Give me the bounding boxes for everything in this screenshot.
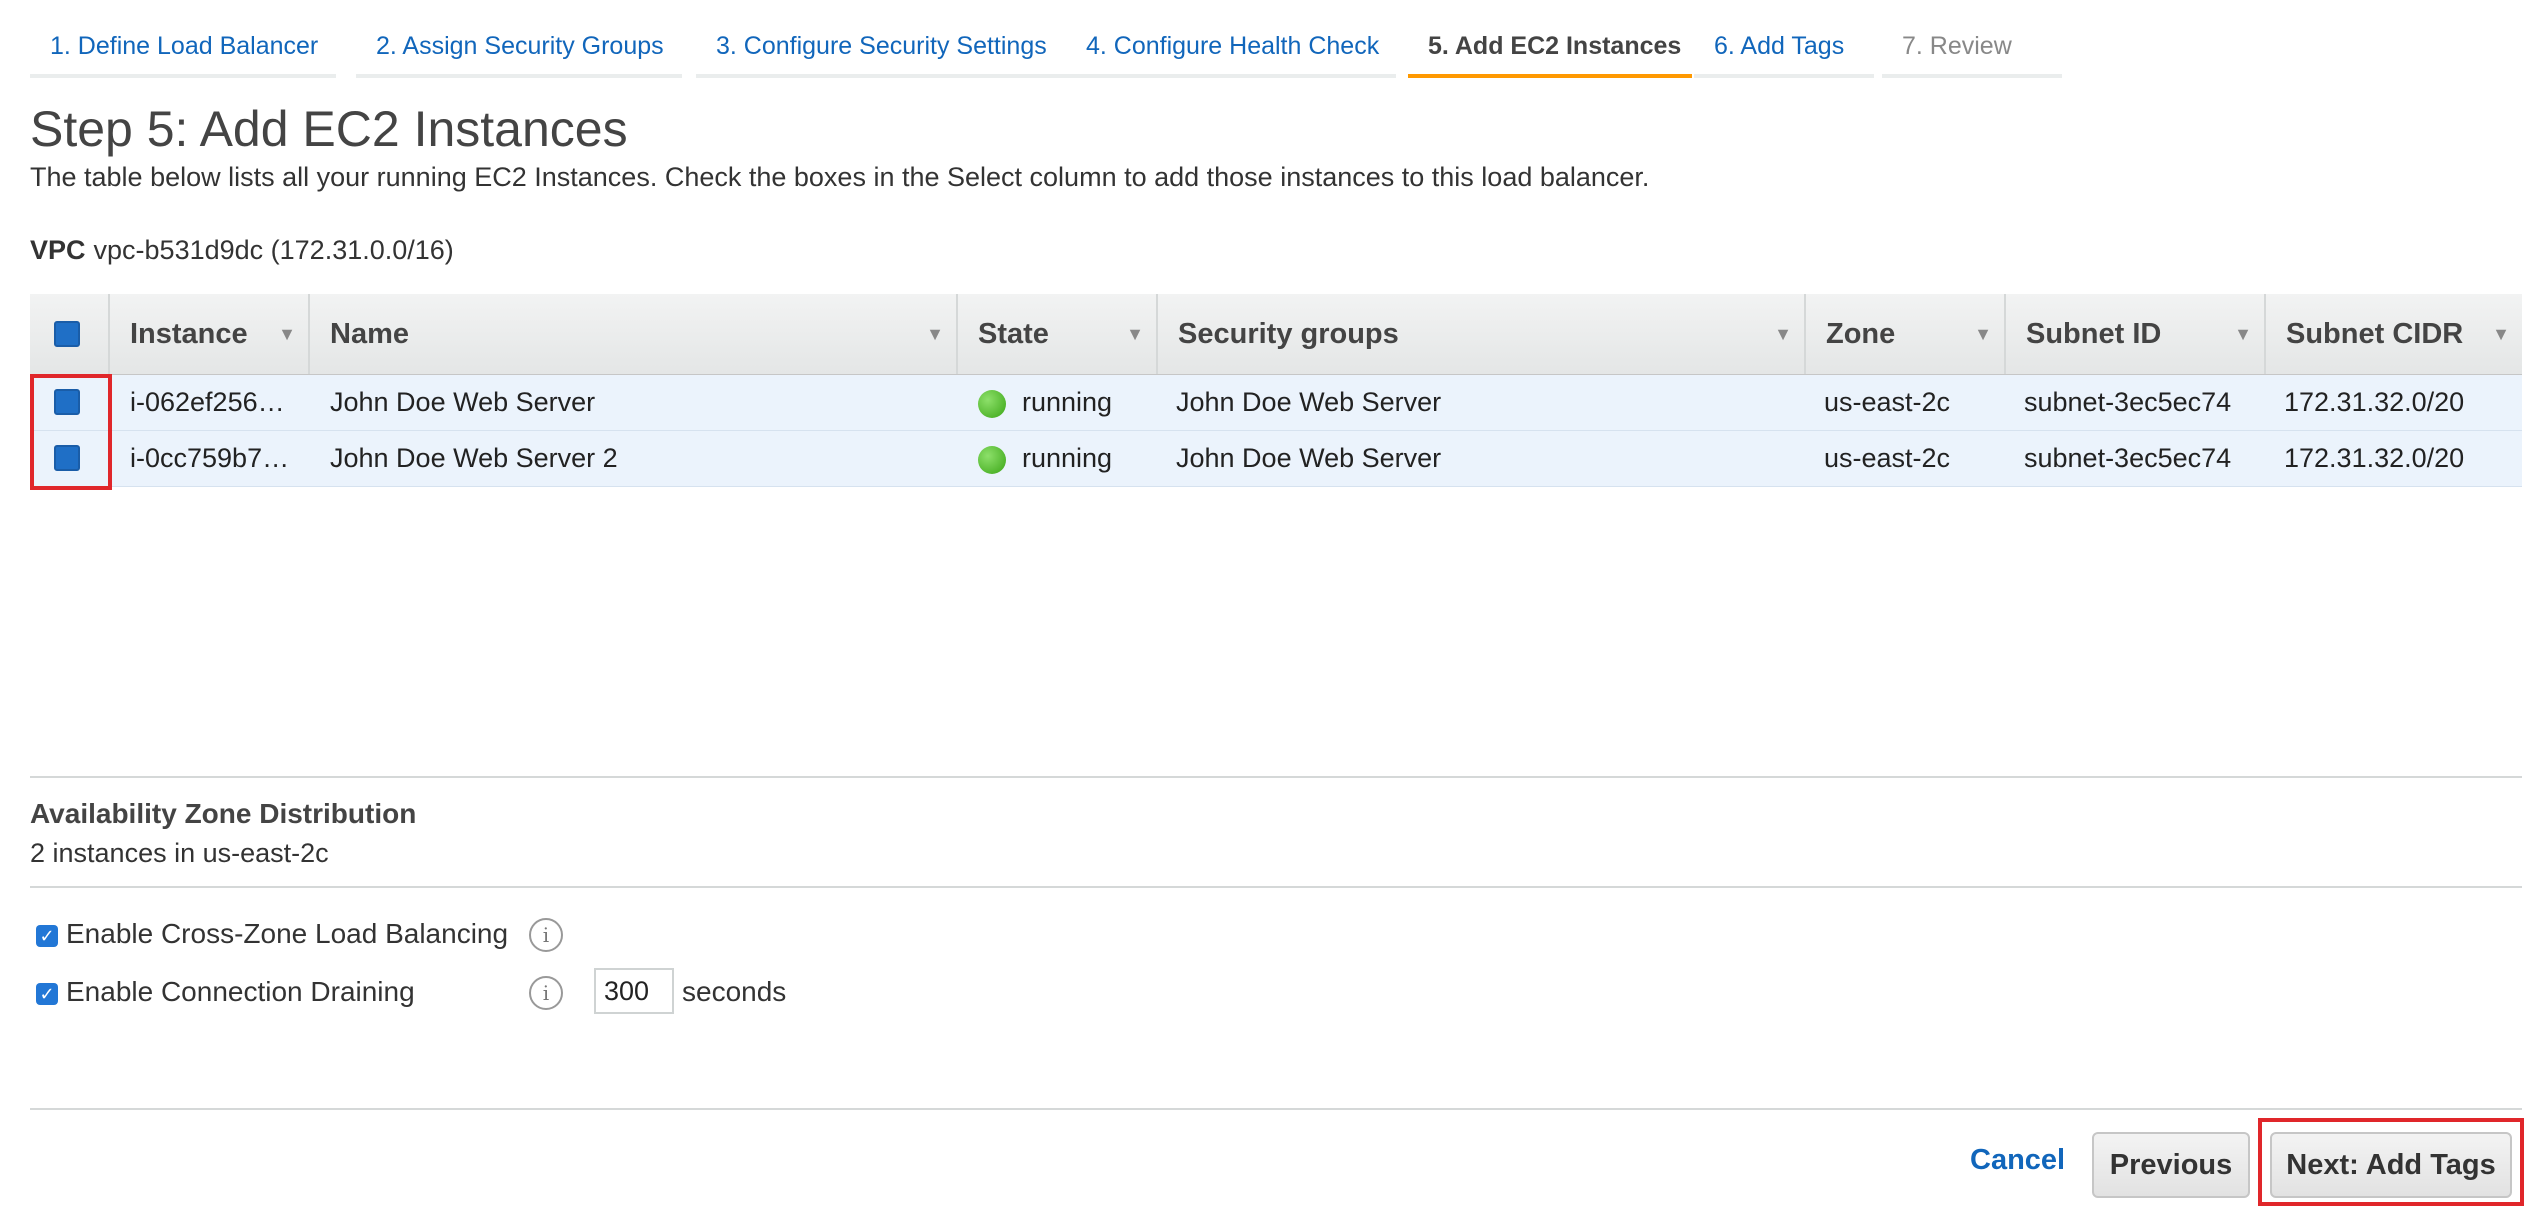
column-label: Name xyxy=(330,318,409,350)
sort-arrow-icon: ▼ xyxy=(1974,324,1992,344)
sort-arrow-icon: ▼ xyxy=(1126,324,1144,344)
vpc-label: VPC xyxy=(30,235,86,265)
table-header: Instance ▼ Name ▼ State ▼ Security groups ▼ … xyxy=(30,294,2522,375)
sort-arrow-icon: ▼ xyxy=(926,324,944,344)
instance-id: i-0cc759b7… xyxy=(130,443,290,473)
sort-arrow-icon: ▼ xyxy=(2234,324,2252,344)
page-description: The table below lists all your running E… xyxy=(30,162,1650,192)
column-header-subnet-cidr[interactable]: Subnet CIDR ▼ xyxy=(2266,294,2522,374)
column-header-state[interactable]: State ▼ xyxy=(958,294,1158,374)
instance-security-groups: John Doe Web Server xyxy=(1176,443,1442,473)
draining-timeout-input[interactable] xyxy=(594,968,674,1014)
connection-draining-info-icon[interactable]: i xyxy=(529,976,563,1010)
instance-name: John Doe Web Server 2 xyxy=(330,443,618,473)
column-header-security-groups[interactable]: Security groups ▼ xyxy=(1158,294,1806,374)
sort-arrow-icon: ▼ xyxy=(2492,324,2510,344)
instances-table: Instance ▼ Name ▼ State ▼ Security groups ▼ … xyxy=(30,294,2522,487)
running-status-icon xyxy=(978,445,1006,474)
instance-zone: us-east-2c xyxy=(1824,387,1951,417)
column-header-zone[interactable]: Zone ▼ xyxy=(1806,294,2006,374)
column-header-subnet-id[interactable]: Subnet ID ▼ xyxy=(2006,294,2266,374)
tab-define-load-balancer[interactable]: 1. Define Load Balancer xyxy=(30,0,336,78)
cancel-button[interactable]: Cancel xyxy=(1970,1144,2065,1177)
vpc-info: VPC vpc-b531d9dc (172.31.0.0/16) xyxy=(30,235,454,266)
cross-zone-checkbox[interactable]: ✓ xyxy=(36,924,58,947)
state-text: running xyxy=(1022,443,1113,473)
sort-arrow-icon: ▼ xyxy=(1774,324,1792,344)
page-title: Step 5: Add EC2 Instances xyxy=(30,101,628,157)
instance-state: running xyxy=(978,431,1148,486)
select-all-checkbox[interactable] xyxy=(54,321,80,347)
tab-add-ec2-instances[interactable]: 5. Add EC2 Instances xyxy=(1408,0,1692,78)
tab-configure-security-settings[interactable]: 3. Configure Security Settings xyxy=(696,0,1076,78)
instance-name: John Doe Web Server xyxy=(330,387,596,417)
availability-zone-text: 2 instances in us-east-2c xyxy=(30,838,329,868)
column-label: Subnet ID xyxy=(2026,318,2162,350)
tab-assign-security-groups[interactable]: 2. Assign Security Groups xyxy=(356,0,682,78)
column-header-name[interactable]: Name ▼ xyxy=(310,294,958,374)
connection-draining-option[interactable]: ✓ Enable Connection Draining xyxy=(36,976,415,1008)
instance-subnet-id: subnet-3ec5ec74 xyxy=(2024,387,2232,417)
table-row[interactable]: i-0cc759b7… John Doe Web Server 2 runnin… xyxy=(30,431,2522,487)
select-all-cell xyxy=(30,294,110,374)
tab-add-tags[interactable]: 6. Add Tags xyxy=(1694,0,1874,78)
cross-zone-label: Enable Cross-Zone Load Balancing xyxy=(66,918,509,949)
connection-draining-label: Enable Connection Draining xyxy=(66,976,415,1007)
column-label: Instance xyxy=(130,318,248,350)
vpc-value: vpc-b531d9dc (172.31.0.0/16) xyxy=(93,235,454,265)
previous-button[interactable]: Previous xyxy=(2092,1132,2250,1198)
connection-draining-checkbox[interactable]: ✓ xyxy=(36,982,58,1005)
instance-state: running xyxy=(978,375,1148,430)
cross-zone-info-icon[interactable]: i xyxy=(529,918,563,952)
section-divider xyxy=(30,886,2522,888)
instance-id: i-062ef256… xyxy=(130,387,285,417)
instance-subnet-cidr: 172.31.32.0/20 xyxy=(2284,443,2465,473)
instance-subnet-id: subnet-3ec5ec74 xyxy=(2024,443,2232,473)
cross-zone-option[interactable]: ✓ Enable Cross-Zone Load Balancing xyxy=(36,918,508,950)
checkbox-highlight-box xyxy=(30,374,112,490)
tab-review: 7. Review xyxy=(1882,0,2062,78)
running-status-icon xyxy=(978,389,1006,418)
column-header-instance[interactable]: Instance ▼ xyxy=(110,294,310,374)
column-label: Subnet CIDR xyxy=(2286,318,2464,350)
state-text: running xyxy=(1022,387,1113,417)
availability-zone-title: Availability Zone Distribution xyxy=(30,798,417,829)
table-row[interactable]: i-062ef256… John Doe Web Server running … xyxy=(30,375,2522,431)
instance-subnet-cidr: 172.31.32.0/20 xyxy=(2284,387,2465,417)
next-button-highlight-box xyxy=(2258,1118,2524,1206)
tab-configure-health-check[interactable]: 4. Configure Health Check xyxy=(1066,0,1396,78)
instance-security-groups: John Doe Web Server xyxy=(1176,387,1442,417)
sort-arrow-icon: ▼ xyxy=(278,324,296,344)
column-label: State xyxy=(978,318,1049,350)
column-label: Security groups xyxy=(1178,318,1399,350)
instance-zone: us-east-2c xyxy=(1824,443,1951,473)
column-label: Zone xyxy=(1826,318,1896,350)
footer-divider xyxy=(30,1108,2522,1110)
draining-unit-label: seconds xyxy=(682,976,787,1007)
section-divider xyxy=(30,776,2522,778)
